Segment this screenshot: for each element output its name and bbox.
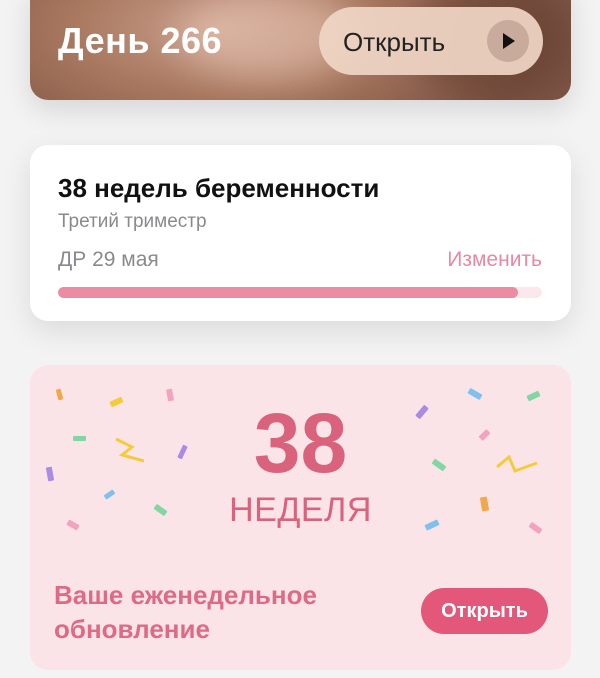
day-open-button-label: Открыть — [343, 27, 446, 57]
pregnancy-weeks-title: 38 недель беременности — [58, 173, 380, 203]
week-number: 38 — [253, 396, 348, 490]
day-card[interactable]: День 266 Открыть — [30, 0, 571, 100]
change-due-date-link[interactable]: Изменить — [447, 248, 542, 272]
pregnancy-progress-fill — [58, 287, 518, 298]
pregnancy-card: 38 недель беременности Третий триместр Д… — [30, 145, 571, 321]
weekly-update-card[interactable]: 38 НЕДЕЛЯ Ваше еженедельное обновление О… — [30, 365, 571, 670]
weekly-update-open-button[interactable]: Открыть — [421, 588, 548, 634]
weekly-update-title: Ваше еженедельное обновление — [54, 580, 317, 644]
due-date: ДР 29 мая — [58, 248, 159, 271]
week-label: НЕДЕЛЯ — [229, 491, 372, 529]
play-triangle — [503, 33, 515, 49]
pregnancy-progress-bar — [58, 287, 542, 298]
trimester-label: Третий триместр — [58, 211, 207, 232]
play-icon — [487, 20, 529, 62]
day-open-button[interactable]: Открыть — [319, 7, 543, 75]
day-title: День 266 — [58, 20, 223, 61]
